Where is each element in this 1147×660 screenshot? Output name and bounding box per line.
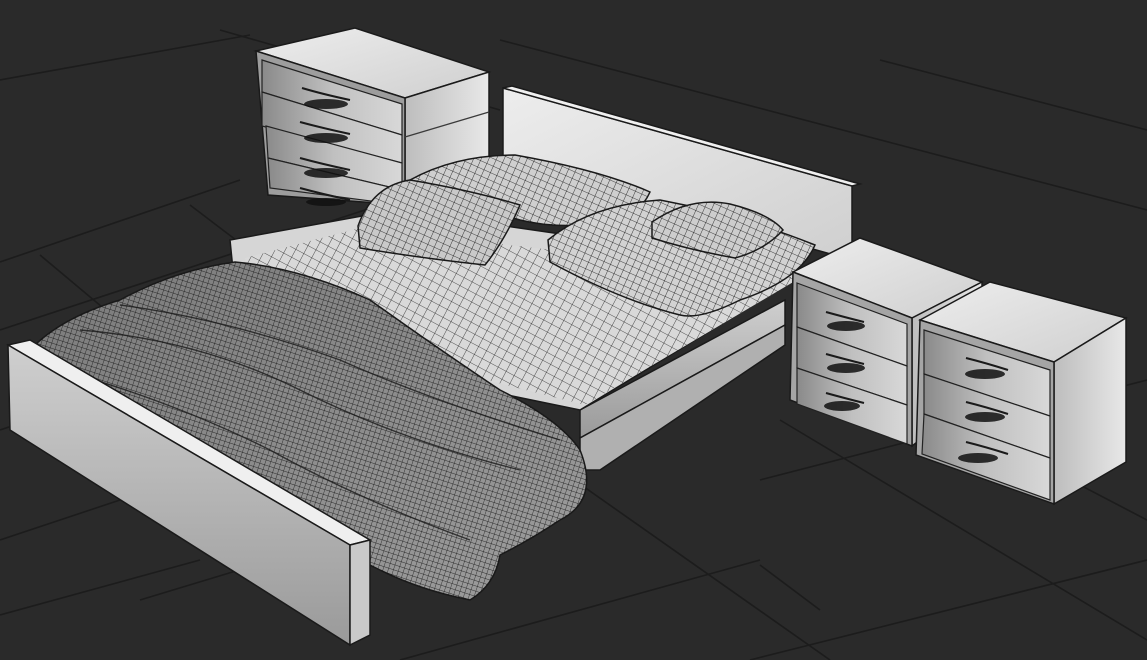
viewport-scene[interactable] bbox=[0, 0, 1147, 660]
3d-viewport[interactable] bbox=[0, 0, 1147, 660]
nightstand[interactable] bbox=[915, 281, 1128, 506]
